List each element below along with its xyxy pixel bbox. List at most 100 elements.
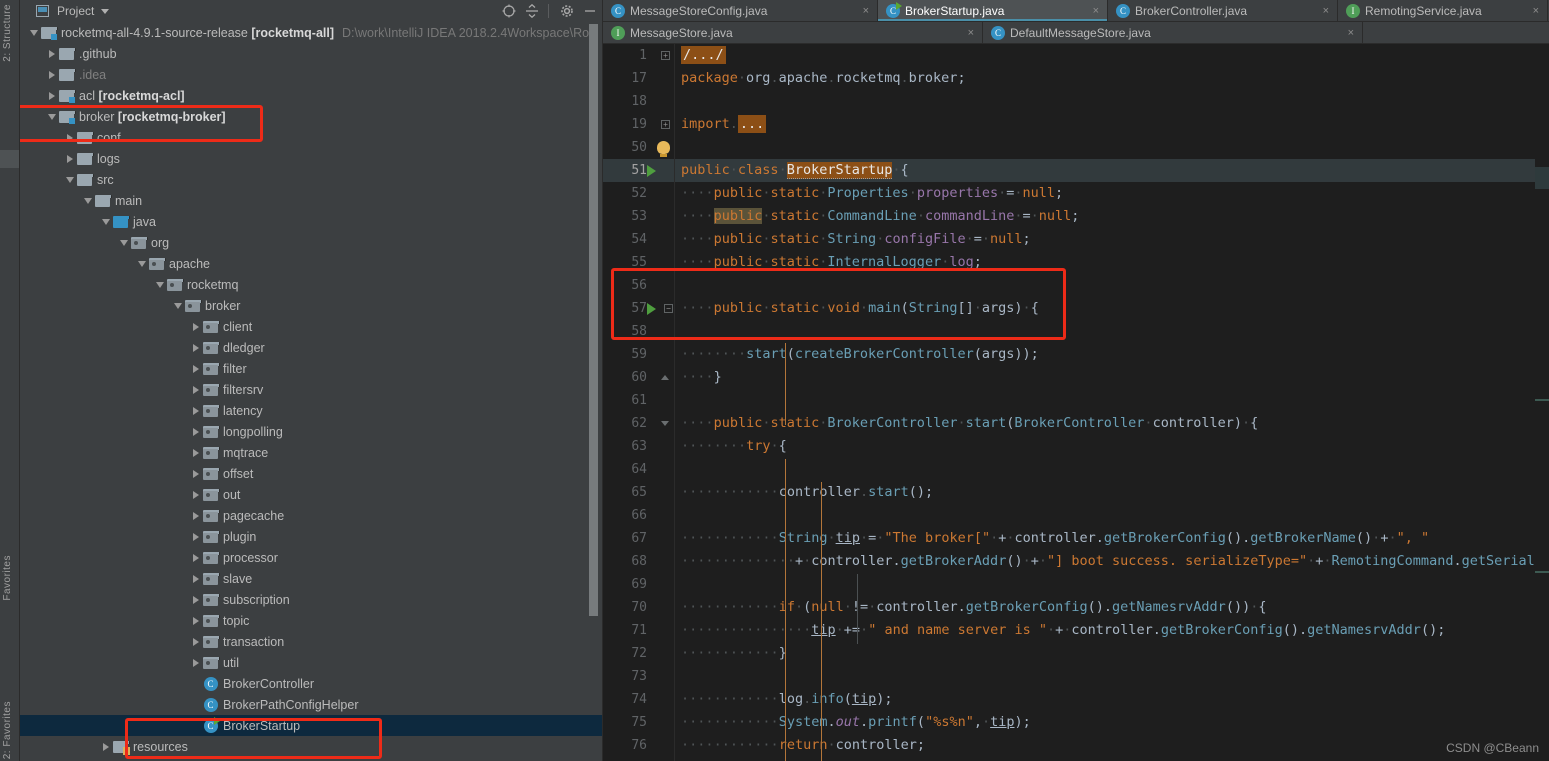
editor-scrollbar[interactable] bbox=[1535, 44, 1549, 761]
code-line-57[interactable]: ····public·static·void·main(String[]·arg… bbox=[675, 297, 1549, 320]
code-line-17[interactable]: package·org.apache.rocketmq.broker; bbox=[675, 67, 1549, 90]
fold-collapse-icon[interactable] bbox=[661, 419, 670, 428]
code-line-52[interactable]: ····public·static·Properties·properties·… bbox=[675, 182, 1549, 205]
chevron-right-icon[interactable] bbox=[46, 64, 58, 85]
collapse-all-icon[interactable] bbox=[523, 2, 541, 20]
tree-expander[interactable] bbox=[190, 694, 202, 715]
close-icon[interactable]: × bbox=[863, 5, 869, 17]
locate-icon[interactable] bbox=[500, 2, 518, 20]
gutter-line-65[interactable]: 65 bbox=[603, 481, 674, 504]
chevron-right-icon[interactable] bbox=[190, 463, 202, 484]
code-line-67[interactable]: ············String·tip·=·"The broker["·+… bbox=[675, 527, 1549, 550]
gutter-line-64[interactable]: 64 bbox=[603, 458, 674, 481]
chevron-down-icon[interactable] bbox=[101, 8, 110, 14]
code-line-75[interactable]: ············System.out.printf("%s%n",·ti… bbox=[675, 711, 1549, 734]
tree-row-topic[interactable]: topic bbox=[20, 610, 603, 631]
gutter-line-61[interactable]: 61 bbox=[603, 389, 674, 412]
chevron-right-icon[interactable] bbox=[190, 442, 202, 463]
tree-row-latency[interactable]: latency bbox=[20, 400, 603, 421]
gutter-line-51[interactable]: 51 bbox=[603, 159, 674, 182]
gutter-line-50[interactable]: 50 bbox=[603, 136, 674, 159]
tree-row-conf[interactable]: conf bbox=[20, 127, 603, 148]
tree-row-broker[interactable]: broker bbox=[20, 295, 603, 316]
code-line-54[interactable]: ····public·static·String·configFile·=·nu… bbox=[675, 228, 1549, 251]
gutter-line-57[interactable]: 57 − bbox=[603, 297, 674, 320]
close-icon[interactable]: × bbox=[968, 27, 974, 39]
chevron-right-icon[interactable] bbox=[190, 526, 202, 547]
code-content[interactable]: /.../ package·org.apache.rocketmq.broker;… bbox=[675, 44, 1549, 761]
gutter-line-55[interactable]: 55 bbox=[603, 251, 674, 274]
fold-collapse-icon[interactable]: − bbox=[664, 304, 673, 313]
editor-tab-brokerstartup-java[interactable]: C BrokerStartup.java × bbox=[878, 0, 1108, 21]
tree-row--github[interactable]: .github bbox=[20, 43, 603, 64]
tree-row-filter[interactable]: filter bbox=[20, 358, 603, 379]
tool-window-structure[interactable]: 2: Structure bbox=[2, 4, 13, 62]
gutter-line-54[interactable]: 54 bbox=[603, 228, 674, 251]
code-line-50[interactable] bbox=[675, 136, 1549, 159]
close-icon[interactable]: × bbox=[1093, 5, 1099, 17]
intention-bulb-icon[interactable] bbox=[657, 141, 670, 157]
editor-tab-messagestore-java[interactable]: I MessageStore.java × bbox=[603, 22, 983, 43]
gutter-line-63[interactable]: 63 bbox=[603, 435, 674, 458]
gutter-line-70[interactable]: 70 bbox=[603, 596, 674, 619]
chevron-down-icon[interactable] bbox=[136, 253, 148, 274]
chevron-right-icon[interactable] bbox=[190, 337, 202, 358]
tree-expander[interactable] bbox=[190, 715, 202, 736]
chevron-right-icon[interactable] bbox=[190, 652, 202, 673]
chevron-right-icon[interactable] bbox=[190, 379, 202, 400]
tree-row-src[interactable]: src bbox=[20, 169, 603, 190]
chevron-down-icon[interactable] bbox=[46, 106, 58, 127]
chevron-right-icon[interactable] bbox=[190, 589, 202, 610]
code-editor[interactable]: 1 +17 18 19 +50 51 52 53 54 55 56 57−58 59 60 61 62 63 64… bbox=[603, 44, 1549, 761]
tree-row-subscription[interactable]: subscription bbox=[20, 589, 603, 610]
tree-row-longpolling[interactable]: longpolling bbox=[20, 421, 603, 442]
close-icon[interactable]: × bbox=[1533, 5, 1539, 17]
chevron-right-icon[interactable] bbox=[190, 547, 202, 568]
chevron-right-icon[interactable] bbox=[46, 85, 58, 106]
tree-row-rocketmq[interactable]: rocketmq bbox=[20, 274, 603, 295]
tree-row-pagecache[interactable]: pagecache bbox=[20, 505, 603, 526]
code-line-62[interactable]: ····public·static·BrokerController·start… bbox=[675, 412, 1549, 435]
code-line-60[interactable]: ····} bbox=[675, 366, 1549, 389]
chevron-right-icon[interactable] bbox=[190, 316, 202, 337]
chevron-down-icon[interactable] bbox=[118, 232, 130, 253]
code-line-18[interactable] bbox=[675, 90, 1549, 113]
code-line-51[interactable]: public·class·BrokerStartup·{ bbox=[675, 159, 1549, 182]
editor-tabs-row-2[interactable]: I MessageStore.java × C DefaultMessageStore.… bbox=[603, 22, 1549, 44]
chevron-right-icon[interactable] bbox=[190, 358, 202, 379]
minimize-icon[interactable] bbox=[581, 2, 599, 20]
tree-row-resources[interactable]: resources bbox=[20, 736, 603, 757]
run-gutter-icon[interactable] bbox=[647, 164, 656, 177]
tree-row-brokerpathconfighelper[interactable]: C BrokerPathConfigHelper bbox=[20, 694, 603, 715]
tool-window-favorites[interactable]: Favorites bbox=[2, 555, 13, 601]
code-line-1[interactable]: /.../ bbox=[675, 44, 1549, 67]
tree-row--idea[interactable]: .idea bbox=[20, 64, 603, 85]
tree-row-slave[interactable]: slave bbox=[20, 568, 603, 589]
tree-row-mqtrace[interactable]: mqtrace bbox=[20, 442, 603, 463]
editor-tab-messagestoreconfig-java[interactable]: C MessageStoreConfig.java × bbox=[603, 0, 878, 21]
chevron-right-icon[interactable] bbox=[190, 421, 202, 442]
gutter-line-73[interactable]: 73 bbox=[603, 665, 674, 688]
chevron-down-icon[interactable] bbox=[100, 211, 112, 232]
gutter-line-53[interactable]: 53 bbox=[603, 205, 674, 228]
editor-tab-defaultmessagestore-java[interactable]: C DefaultMessageStore.java × bbox=[983, 22, 1363, 43]
chevron-down-icon[interactable] bbox=[82, 190, 94, 211]
gutter-line-62[interactable]: 62 bbox=[603, 412, 674, 435]
tree-row-brokercontroller[interactable]: C BrokerController bbox=[20, 673, 603, 694]
gutter-line-56[interactable]: 56 bbox=[603, 274, 674, 297]
code-line-61[interactable] bbox=[675, 389, 1549, 412]
editor-tabs-row-1[interactable]: C MessageStoreConfig.java × C BrokerStartup.… bbox=[603, 0, 1549, 22]
code-line-56[interactable] bbox=[675, 274, 1549, 297]
gutter-line-60[interactable]: 60 bbox=[603, 366, 674, 389]
tree-row-apache[interactable]: apache bbox=[20, 253, 603, 274]
gutter-line-58[interactable]: 58 bbox=[603, 320, 674, 343]
gutter-line-59[interactable]: 59 bbox=[603, 343, 674, 366]
code-line-73[interactable] bbox=[675, 665, 1549, 688]
code-line-68[interactable]: ··············+·controller.getBrokerAddr… bbox=[675, 550, 1549, 573]
code-line-63[interactable]: ········try·{ bbox=[675, 435, 1549, 458]
code-line-55[interactable]: ····public·static·InternalLogger·log; bbox=[675, 251, 1549, 274]
tree-row-offset[interactable]: offset bbox=[20, 463, 603, 484]
tree-row-filtersrv[interactable]: filtersrv bbox=[20, 379, 603, 400]
chevron-right-icon[interactable] bbox=[64, 148, 76, 169]
tree-row-out[interactable]: out bbox=[20, 484, 603, 505]
